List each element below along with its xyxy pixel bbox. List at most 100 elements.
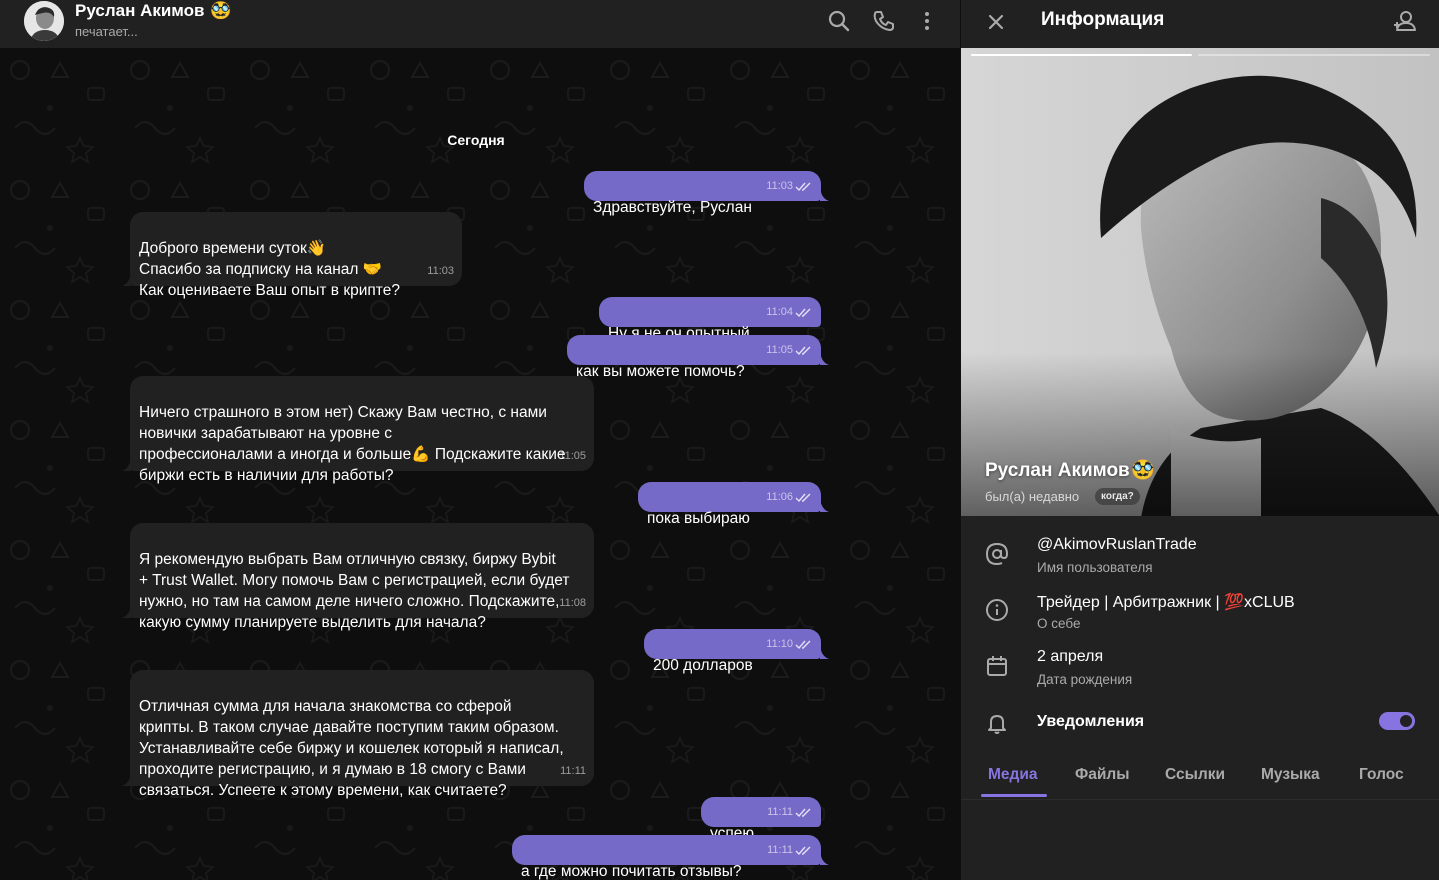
photo-progress-inactive [1198,54,1430,56]
message-meta: 11:03 [766,176,813,197]
info-header: Информация [961,0,1439,48]
date-separator: Сегодня [447,132,505,148]
message-bubble-out[interactable]: Здравствуйте, Руслан 11:03 [584,171,829,216]
message-meta: 11:08 [559,593,586,614]
double-check-icon [795,846,811,855]
message-bubble-in[interactable]: Я рекомендую выбрать Вам отличную связку… [122,523,594,631]
message-bubble-out[interactable]: 200 долларов 11:10 [644,629,829,674]
message-time: 11:05 [559,450,586,462]
tab-media[interactable]: Медиа [988,766,1038,784]
calendar-icon [987,656,1007,676]
username-value: @AkimovRuslanTrade [1037,536,1197,553]
message-time: 11:04 [766,306,793,318]
info-title: Информация [1041,9,1165,30]
double-check-icon [795,493,811,502]
bell-icon [988,715,1006,734]
double-check-icon [795,182,811,191]
message-bubble-out[interactable]: как вы можете помочь? 11:05 [567,335,829,380]
bubble-tail [820,642,829,659]
more-vertical-icon[interactable] [914,8,940,34]
notifications-toggle[interactable] [1379,712,1415,730]
tab-music[interactable]: Музыка [1261,766,1320,784]
add-contact-icon[interactable] [1393,8,1419,34]
toggle-knob [1398,713,1414,729]
photo-progress-active [971,54,1192,56]
birthday-row[interactable]: 2 апреля Дата рождения [961,648,1439,700]
message-time: 11:06 [766,491,793,503]
when-button[interactable]: когда? [1095,488,1140,505]
message-text: как вы можете помочь? [576,363,745,380]
message-bubble-out[interactable]: пока выбираю 11:06 [638,482,829,527]
peer-emoji: 🥸 [210,1,232,20]
message-time: 11:03 [766,180,793,192]
profile-name: Руслан Акимов [985,460,1130,481]
message-meta: 11:05 [559,446,586,467]
double-check-icon [795,640,811,649]
message-meta: 11:03 [427,261,454,282]
message-bubble-in[interactable]: Отличная сумма для начала знакомства со … [122,670,594,799]
message-text: а где можно почитать отзывы? [521,863,742,880]
message-meta: 11:04 [766,302,813,323]
media-tabs: Медиа Файлы Ссылки Музыка Голос [961,756,1439,800]
at-icon [985,542,1009,566]
active-tab-indicator [981,794,1047,797]
message-bubble-in[interactable]: Ничего страшного в этом нет) Скажу Вам ч… [122,376,594,484]
message-bubble-in[interactable]: Доброго времени суток👋 Спасибо за подпис… [122,212,462,299]
message-text: 200 долларов [653,657,753,674]
message-time: 11:05 [766,344,793,356]
message-bubble-out[interactable]: успею 11:11 [701,797,821,842]
bubble-tail [122,454,131,471]
avatar[interactable] [24,1,64,41]
message-meta: 11:10 [766,634,813,655]
profile-photo-image [961,48,1439,516]
message-time: 11:10 [766,638,793,650]
birthday-label: Дата рождения [1037,672,1133,687]
bubble-tail [820,348,829,365]
message-text: Отличная сумма для начала знакомства со … [139,698,564,799]
message-time: 11:11 [767,806,793,818]
message-meta: 11:05 [766,340,813,361]
username-row[interactable]: @AkimovRuslanTrade Имя пользователя [961,536,1439,588]
username-label: Имя пользователя [1037,560,1153,575]
peer-name[interactable]: Руслан Акимов [75,1,205,21]
message-time: 11:03 [427,265,454,277]
close-icon[interactable] [983,9,1009,35]
profile-emoji: 🥸 [1131,460,1155,481]
peer-status: печатает... [75,24,138,39]
bio-row[interactable]: Трейдер | Арбитражник | 💯xCLUB О себе [961,592,1439,644]
tab-files[interactable]: Файлы [1075,766,1129,784]
bubble-tail [820,184,829,201]
bio-club: xCLUB [1244,594,1295,611]
info-icon [986,599,1008,621]
tab-voice[interactable]: Голос [1359,766,1404,784]
bubble-tail [820,848,829,865]
bubble-tail [122,269,131,286]
message-time: 11:08 [559,597,586,609]
bio-value: Трейдер | Арбитражник | 💯xCLUB [1037,592,1295,612]
hundred-points-emoji: 💯 [1224,594,1245,611]
birthday-value: 2 апреля [1037,648,1104,665]
notifications-row[interactable]: Уведомления [961,710,1439,762]
bubble-tail [122,601,131,618]
message-meta: 11:11 [767,840,813,861]
message-bubble-out[interactable]: а где можно почитать отзывы? 11:11 [512,835,829,880]
tab-links[interactable]: Ссылки [1165,766,1225,784]
message-meta: 11:11 [767,802,813,823]
message-time: 11:11 [767,844,793,856]
profile-photo[interactable]: Руслан Акимов 🥸 был(а) недавно когда? [961,48,1439,516]
bio-label: О себе [1037,616,1081,631]
message-meta: 11:11 [560,761,586,782]
chat-header: Руслан Акимов 🥸 печатает... [0,0,960,48]
profile-info-panel: Информация Руслан Акимов 🥸 был(а) недавн… [960,0,1439,880]
message-meta: 11:06 [766,487,813,508]
chat-area: Руслан Акимов 🥸 печатает... Сегодня Здра… [0,0,960,880]
double-check-icon [795,308,811,317]
search-icon[interactable] [826,8,852,34]
profile-status: был(а) недавно [985,489,1080,504]
bubble-tail [820,495,829,512]
phone-icon[interactable] [870,8,896,34]
message-time: 11:11 [560,765,586,777]
bio-text: Трейдер | Арбитражник | [1037,594,1225,611]
message-text: пока выбираю [647,510,750,527]
message-bubble-out[interactable]: Ну я не оч опытный 11:04 [599,297,821,342]
